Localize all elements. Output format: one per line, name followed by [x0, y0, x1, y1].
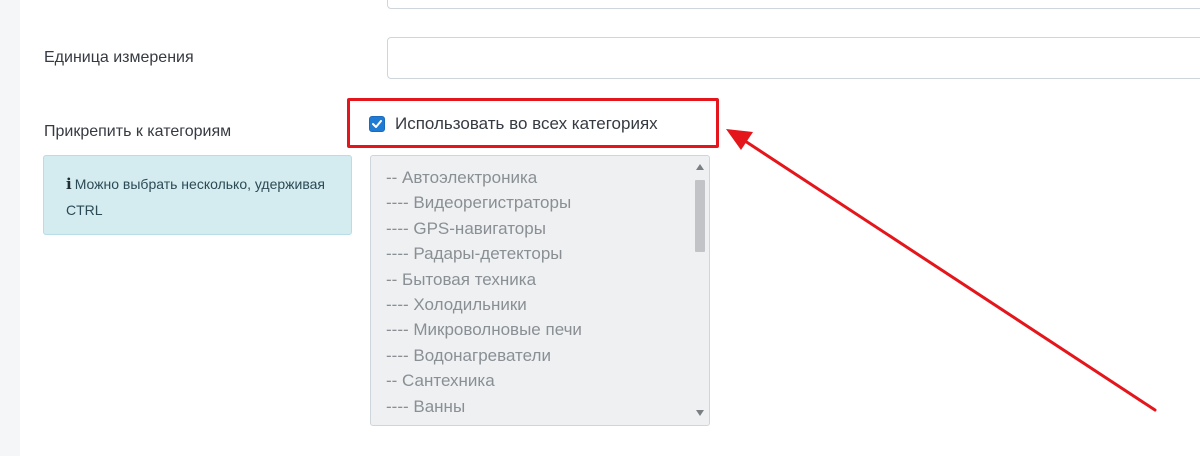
category-option[interactable]: -- Автоэлектроника [386, 165, 582, 190]
unit-input[interactable] [387, 37, 1200, 79]
category-option[interactable]: -- Сантехника [386, 368, 582, 393]
unit-label: Единица измерения [44, 49, 194, 66]
info-alert: i Можно выбрать несколько, удерживая CTRL [43, 155, 352, 235]
category-option[interactable]: ---- Ванны [386, 394, 582, 419]
use-all-categories-checkbox[interactable] [369, 116, 385, 132]
categories-scrollbar[interactable] [692, 157, 708, 424]
check-icon [372, 120, 382, 128]
category-option[interactable]: -- Бытовая техника [386, 267, 582, 292]
category-option[interactable]: ---- Водонагреватели [386, 343, 582, 368]
category-option[interactable]: ---- Видеорегистраторы [386, 190, 582, 215]
left-rail [0, 0, 20, 456]
category-option[interactable]: ---- GPS-навигаторы [386, 216, 582, 241]
use-all-categories-checkbox-row[interactable]: Использовать во всех категориях [369, 113, 658, 135]
category-option[interactable]: ---- Холодильники [386, 292, 582, 317]
attach-categories-label: Прикрепить к категориям [44, 123, 232, 140]
scroll-down-icon[interactable] [696, 410, 704, 416]
info-text: Можно выбрать несколько, удерживая CTRL [66, 176, 326, 218]
category-option[interactable]: ---- Радары-детекторы [386, 241, 582, 266]
scroll-thumb[interactable] [695, 180, 705, 252]
categories-options: -- Автоэлектроника ---- Видеорегистраторы… [386, 165, 582, 419]
categories-select[interactable]: -- Автоэлектроника ---- Видеорегистраторы… [370, 155, 710, 426]
info-icon: i [66, 175, 72, 193]
category-option[interactable]: ---- Микроволновые печи [386, 317, 582, 342]
previous-field-input[interactable] [387, 0, 1200, 9]
use-all-categories-label: Использовать во всех категориях [395, 114, 658, 133]
scroll-up-icon[interactable] [696, 164, 704, 170]
